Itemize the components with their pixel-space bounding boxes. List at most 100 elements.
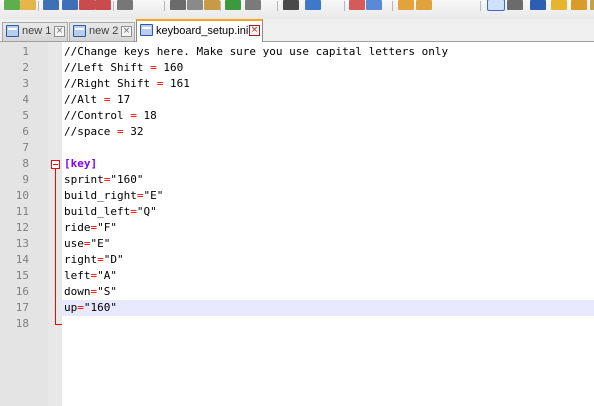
indent-guide-icon[interactable] bbox=[530, 0, 546, 10]
show-all-chars-icon[interactable] bbox=[507, 0, 523, 10]
copy-icon[interactable] bbox=[187, 0, 203, 10]
line-number: 15 bbox=[15, 269, 29, 282]
toolbar-separator bbox=[344, 1, 345, 11]
tab-new-1[interactable]: new 1 × bbox=[2, 22, 68, 41]
close-icon[interactable] bbox=[79, 0, 95, 10]
code-token: 160 bbox=[156, 61, 184, 74]
code-token: //Alt bbox=[64, 93, 104, 106]
code-line[interactable]: 5 //Control = 18 bbox=[0, 108, 594, 124]
toolbar-separator bbox=[164, 1, 165, 11]
code-text[interactable]: //Alt = 17 bbox=[62, 92, 594, 108]
tab-bar: new 1 × new 2 × keyboard_setup.ini × bbox=[0, 19, 594, 42]
code-line[interactable]: 16 down="S" bbox=[0, 284, 594, 300]
sync-horizontal-icon[interactable] bbox=[416, 0, 432, 10]
code-text[interactable]: right="D" bbox=[62, 252, 594, 268]
code-token: = bbox=[130, 205, 137, 218]
print-icon[interactable] bbox=[117, 0, 133, 10]
user-language-icon[interactable] bbox=[551, 0, 567, 10]
tab-keyboard-setup-ini[interactable]: keyboard_setup.ini × bbox=[136, 19, 263, 42]
code-text[interactable] bbox=[62, 140, 594, 156]
code-line[interactable]: 17 up="160" bbox=[0, 300, 594, 316]
code-token: //Change keys here. Make sure you use ca… bbox=[64, 45, 449, 58]
code-text[interactable]: build_right="E" bbox=[62, 188, 594, 204]
function-list-icon[interactable] bbox=[590, 0, 594, 10]
close-tab-icon[interactable]: × bbox=[54, 26, 65, 37]
fold-collapse-icon[interactable] bbox=[51, 160, 60, 169]
tab-label: new 2 bbox=[89, 25, 119, 37]
code-token: = bbox=[77, 301, 84, 314]
code-line[interactable]: 18 bbox=[0, 316, 594, 332]
cut-icon[interactable] bbox=[170, 0, 186, 10]
code-text[interactable]: down="S" bbox=[62, 284, 594, 300]
code-line[interactable]: 8 [key] bbox=[0, 156, 594, 172]
close-tab-icon[interactable]: × bbox=[121, 26, 132, 37]
paste-icon[interactable] bbox=[204, 0, 220, 10]
code-text[interactable]: //Right Shift = 161 bbox=[62, 76, 594, 92]
code-text[interactable]: //Change keys here. Make sure you use ca… bbox=[62, 44, 594, 60]
code-line[interactable]: 3 //Right Shift = 161 bbox=[0, 76, 594, 92]
code-text[interactable]: use="E" bbox=[62, 236, 594, 252]
zoom-in-icon[interactable] bbox=[349, 0, 365, 10]
redo-icon[interactable] bbox=[245, 0, 261, 10]
line-number: 7 bbox=[22, 141, 29, 154]
code-text[interactable]: //Control = 18 bbox=[62, 108, 594, 124]
code-text[interactable]: //space = 32 bbox=[62, 124, 594, 140]
code-line[interactable]: 15 left="A" bbox=[0, 268, 594, 284]
find-icon[interactable] bbox=[283, 0, 299, 10]
code-token: "A" bbox=[97, 269, 117, 282]
code-token: "Q" bbox=[136, 205, 157, 218]
line-number: 6 bbox=[22, 125, 29, 138]
code-token: = bbox=[116, 125, 124, 138]
code-token: [key] bbox=[64, 157, 98, 170]
code-line[interactable]: 10 build_right="E" bbox=[0, 188, 594, 204]
save-all-icon[interactable] bbox=[62, 0, 78, 10]
code-line[interactable]: 7 bbox=[0, 140, 594, 156]
tab-label: keyboard_setup.ini bbox=[156, 25, 249, 37]
code-token: sprint bbox=[64, 173, 104, 186]
code-text[interactable]: left="A" bbox=[62, 268, 594, 284]
open-file-icon[interactable] bbox=[20, 0, 36, 10]
code-line[interactable]: 6 //space = 32 bbox=[0, 124, 594, 140]
code-text[interactable]: [key] bbox=[62, 156, 594, 172]
editor-area[interactable]: 1 //Change keys here. Make sure you use c… bbox=[0, 42, 594, 406]
code-line[interactable]: 1 //Change keys here. Make sure you use c… bbox=[0, 44, 594, 60]
line-number: 9 bbox=[22, 173, 29, 186]
code-line[interactable]: 2 //Left Shift = 160 bbox=[0, 60, 594, 76]
code-token: //Right Shift bbox=[64, 77, 157, 90]
code-line[interactable]: 12 ride="F" bbox=[0, 220, 594, 236]
code-token: left bbox=[64, 269, 91, 282]
new-file-icon[interactable] bbox=[4, 0, 20, 10]
code-line[interactable]: 14 right="D" bbox=[0, 252, 594, 268]
doc-map-icon[interactable] bbox=[571, 0, 587, 10]
close-all-icon[interactable] bbox=[95, 0, 111, 10]
code-text[interactable] bbox=[62, 316, 594, 332]
word-wrap-icon[interactable] bbox=[487, 0, 505, 11]
toolbar-separator bbox=[277, 1, 278, 11]
code-text[interactable]: ride="F" bbox=[62, 220, 594, 236]
code-token: //space bbox=[64, 125, 117, 138]
code-token: build_left bbox=[64, 205, 131, 218]
code-line[interactable]: 13 use="E" bbox=[0, 236, 594, 252]
line-number: 2 bbox=[22, 61, 29, 74]
undo-icon[interactable] bbox=[225, 0, 241, 10]
code-token: 161 bbox=[163, 77, 190, 90]
line-number: 8 bbox=[22, 157, 29, 170]
close-tab-icon[interactable]: × bbox=[249, 25, 260, 36]
code-token: up bbox=[64, 301, 78, 314]
tab-new-2[interactable]: new 2 × bbox=[69, 22, 135, 41]
code-line[interactable]: 4 //Alt = 17 bbox=[0, 92, 594, 108]
code-line[interactable]: 9 sprint="160" bbox=[0, 172, 594, 188]
line-number: 18 bbox=[15, 317, 29, 330]
code-line[interactable]: 11 build_left="Q" bbox=[0, 204, 594, 220]
fold-end-marker bbox=[55, 324, 62, 325]
code-token: ride bbox=[64, 221, 91, 234]
zoom-out-icon[interactable] bbox=[366, 0, 382, 10]
replace-icon[interactable] bbox=[305, 0, 321, 10]
code-text[interactable]: //Left Shift = 160 bbox=[62, 60, 594, 76]
code-text[interactable]: up="160" bbox=[62, 300, 594, 316]
code-text[interactable]: sprint="160" bbox=[62, 172, 594, 188]
code-token: = bbox=[130, 109, 137, 122]
sync-vertical-icon[interactable] bbox=[398, 0, 414, 10]
code-text[interactable]: build_left="Q" bbox=[62, 204, 594, 220]
save-icon[interactable] bbox=[43, 0, 59, 10]
